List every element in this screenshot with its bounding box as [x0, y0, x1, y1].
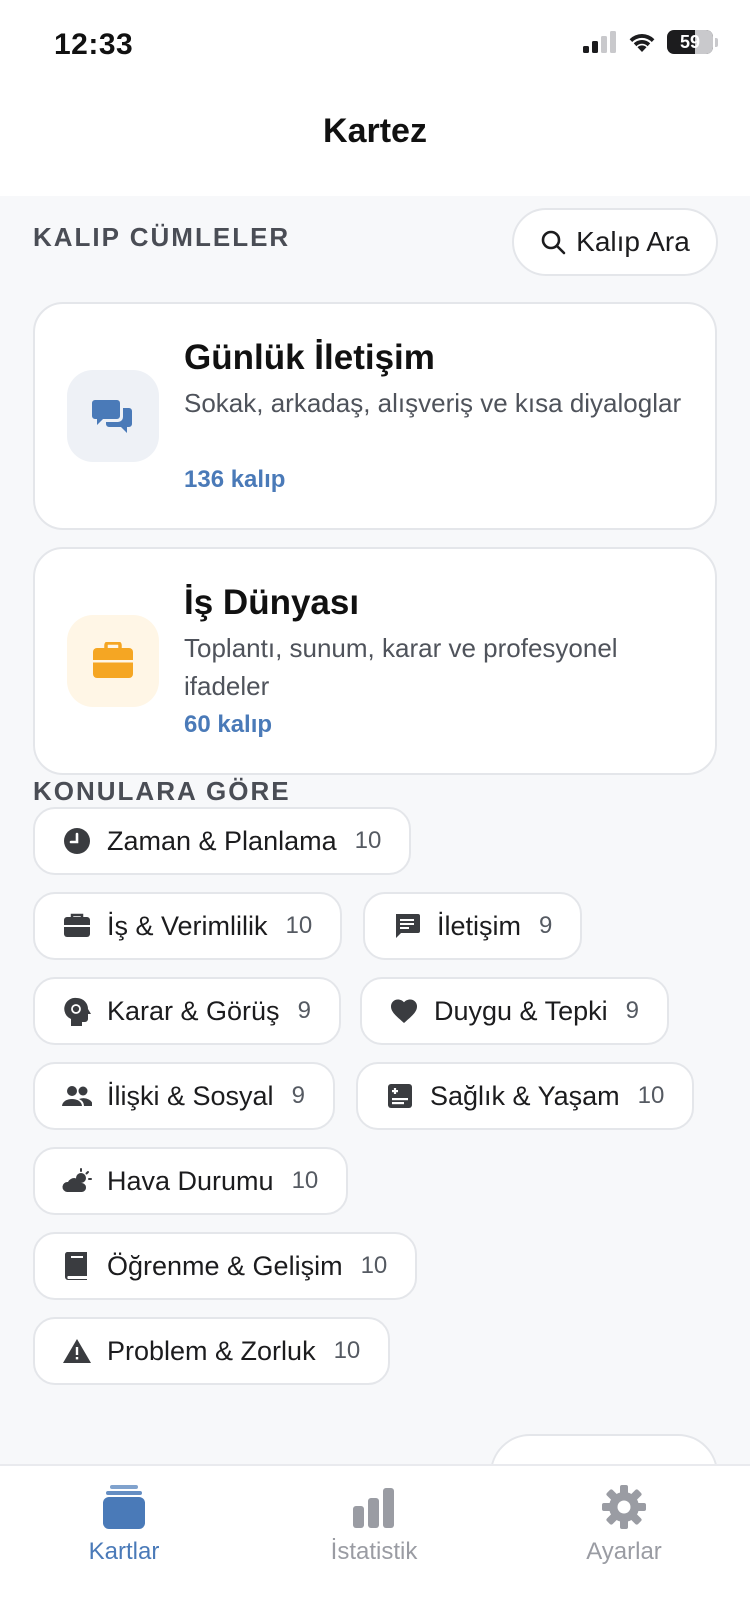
topic-chip-weather[interactable]: Hava Durumu 10	[33, 1147, 349, 1215]
weather-icon	[61, 1165, 93, 1197]
topic-count: 10	[354, 827, 382, 854]
people-icon	[61, 1080, 93, 1112]
tab-label: Kartlar	[88, 1538, 160, 1565]
book-icon	[61, 1250, 93, 1282]
topic-label: İletişim	[437, 910, 522, 941]
chat-bubbles-icon	[92, 400, 132, 433]
card-count: 136 kalıp	[184, 466, 286, 493]
topic-label: İş & Verimlilik	[107, 910, 268, 941]
topic-chip-learning-growth[interactable]: Öğrenme & Gelişim 10	[33, 1232, 418, 1300]
signal-icon	[583, 31, 616, 53]
topic-chip-relationship-social[interactable]: İlişki & Sosyal 9	[33, 1062, 335, 1130]
topic-label: Hava Durumu	[107, 1165, 274, 1196]
topic-chip-emotion-reaction[interactable]: Duygu & Tepki 9	[360, 977, 669, 1045]
topic-label: Problem & Zorluk	[107, 1335, 316, 1366]
brain-icon	[61, 995, 93, 1027]
briefcase-icon	[93, 642, 133, 678]
topic-count: 10	[333, 1337, 361, 1364]
topic-label: Zaman & Planlama	[107, 825, 337, 856]
tab-cards[interactable]: Kartlar	[24, 1484, 224, 1566]
topic-count: 10	[637, 1082, 665, 1109]
card-count: 60 kalıp	[184, 711, 273, 738]
topic-chip-health-life[interactable]: Sağlık & Yaşam 10	[356, 1062, 695, 1130]
clock-icon	[61, 825, 93, 857]
topic-count: 9	[539, 912, 553, 939]
message-icon	[391, 910, 423, 942]
status-time: 12:33	[54, 28, 134, 61]
card-title: İş Dünyası	[184, 583, 360, 622]
search-phrases-label: Kalıp Ara	[576, 226, 690, 257]
tab-bar: Kartlar İstatistik Ayarlar	[0, 1464, 750, 1624]
health-icon	[384, 1080, 416, 1112]
search-phrases-button[interactable]: Kalıp Ara	[512, 208, 718, 276]
wifi-icon	[629, 34, 655, 52]
topic-chip-decision-opinion[interactable]: Karar & Görüş 9	[33, 977, 341, 1045]
heart-icon	[388, 995, 420, 1027]
page-title: Kartez	[323, 112, 427, 150]
section-title-topics: KONULARA GÖRE	[33, 776, 291, 806]
topic-chip-time-planning[interactable]: Zaman & Planlama 10	[33, 807, 412, 875]
battery-indicator: 59	[667, 30, 713, 54]
briefcase-icon	[61, 910, 93, 942]
battery-level: 59	[679, 31, 701, 52]
card-title: Günlük İletişim	[184, 338, 435, 377]
topic-chip-work-productivity[interactable]: İş & Verimlilik 10	[33, 892, 343, 960]
card-icon-container	[67, 615, 159, 707]
topic-label: Öğrenme & Gelişim	[107, 1250, 343, 1281]
topic-count: 9	[625, 997, 639, 1024]
card-icon-container	[67, 370, 159, 462]
bar-chart-icon	[353, 1488, 394, 1528]
topic-count: 10	[360, 1252, 388, 1279]
topic-label: Karar & Görüş	[107, 995, 280, 1026]
cards-stack-icon	[103, 1485, 145, 1529]
topic-count: 9	[297, 997, 311, 1024]
tab-label: İstatistik	[330, 1538, 418, 1565]
topic-count: 9	[291, 1082, 305, 1109]
tab-label: Ayarlar	[586, 1538, 662, 1565]
gear-icon	[602, 1485, 646, 1529]
category-card-daily-communication[interactable]: Günlük İletişim Sokak, arkadaş, alışveri…	[33, 302, 717, 530]
topic-chip-problem-difficulty[interactable]: Problem & Zorluk 10	[33, 1317, 391, 1385]
section-title-phrases: KALIP CÜMLELER	[33, 222, 291, 252]
topic-count: 10	[285, 912, 313, 939]
status-bar: 12:33 59	[0, 0, 750, 90]
category-card-business[interactable]: İş Dünyası Toplantı, sunum, karar ve pro…	[33, 547, 717, 775]
topic-label: Duygu & Tepki	[434, 995, 608, 1026]
tab-settings[interactable]: Ayarlar	[524, 1484, 724, 1566]
status-icons: 59	[583, 30, 718, 54]
topic-chip-communication[interactable]: İletişim 9	[363, 892, 583, 960]
search-icon	[541, 230, 566, 255]
tab-statistics[interactable]: İstatistik	[274, 1484, 474, 1566]
nav-header: Kartez	[0, 90, 750, 196]
card-description: Toplantı, sunum, karar ve profesyonel if…	[184, 633, 618, 701]
topic-label: İlişki & Sosyal	[107, 1080, 274, 1111]
card-description: Sokak, arkadaş, alışveriş ve kısa diyalo…	[184, 388, 682, 418]
warning-icon	[61, 1335, 93, 1367]
topic-label: Sağlık & Yaşam	[430, 1080, 620, 1111]
topic-count: 10	[291, 1167, 319, 1194]
